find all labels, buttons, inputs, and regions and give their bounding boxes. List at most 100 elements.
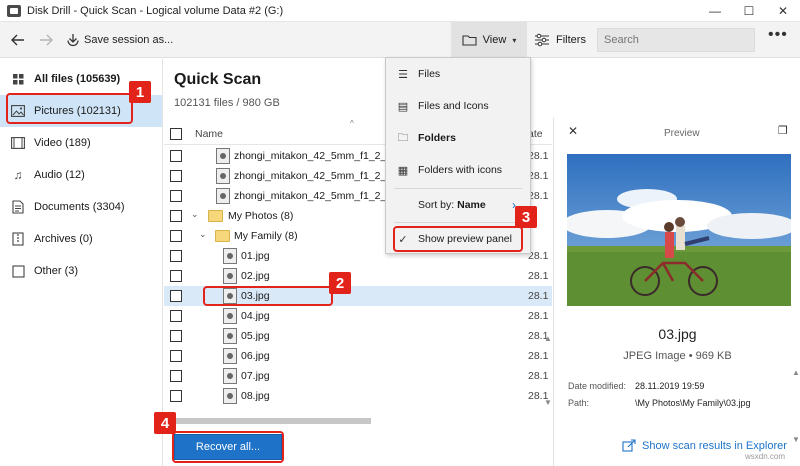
row-checkbox[interactable] [170,350,182,362]
chevron-down-icon: ▾ [512,35,517,45]
menu-divider [394,222,522,223]
menu-item-folders[interactable]: 🗀 Folders [386,125,530,151]
sidebar-item-label: Other (3) [34,265,79,277]
file-date: 28.1 [528,250,549,262]
other-icon [11,264,25,278]
row-checkbox[interactable] [170,270,182,282]
annotation-highlight-4 [172,431,284,463]
table-row[interactable]: 05.jpg 28.1 [164,326,552,346]
copy-icon[interactable]: ❐ [778,124,788,137]
folder-outline-icon [462,35,477,46]
save-session-button[interactable]: Save session as... [66,33,173,47]
row-checkbox[interactable] [170,250,182,262]
table-row[interactable]: 07.jpg 28.1 [164,366,552,386]
app-logo-icon [7,4,21,17]
close-preview-icon[interactable]: ✕ [568,124,578,138]
file-date: 28.1 [528,190,549,202]
menu-item-sort-by[interactable]: Sort by: Name › [386,192,530,218]
maximize-button[interactable]: ☐ [732,0,766,22]
file-name: 01.jpg [241,250,270,262]
menu-item-label: Files and Icons [418,100,489,112]
all-files-icon [11,72,25,86]
chevron-down-icon[interactable]: ⌄ [199,229,207,240]
file-name: 02.jpg [241,270,270,282]
sidebar-item-label: Archives (0) [34,233,93,245]
external-link-icon [622,439,636,452]
file-date: 28.1 [528,150,549,162]
image-file-icon [216,188,230,204]
scroll-down-arrow-icon[interactable]: ▼ [792,435,800,444]
table-row[interactable]: 02.jpg 28.1 [164,266,552,286]
table-row[interactable]: 06.jpg 28.1 [164,346,552,366]
folder-icon [215,230,230,242]
table-row[interactable]: 04.jpg 28.1 [164,306,552,326]
list-icons-icon: ▤ [397,100,409,113]
sidebar-item-documents[interactable]: Documents (3304) [0,191,162,223]
row-checkbox[interactable] [170,290,182,302]
annotation-number-4: 4 [154,412,176,434]
document-icon [11,200,25,214]
row-checkbox[interactable] [170,150,182,162]
horizontal-scrollbar[interactable] [169,418,371,424]
watermark-text: wsxdn.com [745,452,786,461]
sidebar-item-label: Audio (12) [34,169,85,181]
filters-button[interactable]: Filters [530,22,586,58]
column-header-name[interactable]: Name [195,128,223,140]
row-checkbox[interactable] [170,330,182,342]
sidebar-item-audio[interactable]: ♫ Audio (12) [0,159,162,191]
file-name: 05.jpg [241,330,270,342]
preview-file-type: JPEG Image • 969 KB [623,350,732,362]
scroll-up-arrow-icon[interactable]: ▲ [792,368,800,377]
annotation-highlight-2 [203,286,333,306]
menu-item-files[interactable]: ☰ Files [386,61,530,87]
minimize-button[interactable]: — [698,0,732,22]
more-options-button[interactable]: ••• [768,26,788,44]
row-checkbox[interactable] [170,190,182,202]
scroll-down-arrow-icon[interactable]: ▼ [544,398,552,407]
folder-outline-icon: 🗀 [397,131,409,144]
row-checkbox[interactable] [170,310,182,322]
sidebar-item-archives[interactable]: Archives (0) [0,223,162,255]
file-date: 28.1 [528,170,549,182]
image-file-icon [223,328,237,344]
menu-item-label: Folders [418,132,456,144]
preview-file-name: 03.jpg [658,326,697,342]
row-checkbox[interactable] [170,210,182,222]
row-checkbox[interactable] [170,390,182,402]
video-icon [11,136,25,150]
download-icon [67,33,79,46]
annotation-number-1: 1 [129,81,151,103]
select-all-checkbox[interactable] [170,128,182,140]
row-checkbox[interactable] [170,170,182,182]
search-input[interactable] [597,28,755,52]
row-checkbox[interactable] [170,230,182,242]
save-session-label: Save session as... [84,33,174,46]
sidebar-item-other[interactable]: Other (3) [0,255,162,287]
file-name: 08.jpg [241,390,270,402]
image-file-icon [216,168,230,184]
annotation-number-2: 2 [329,272,351,294]
sidebar-item-video[interactable]: Video (189) [0,127,162,159]
annotation-number-3: 3 [515,206,537,228]
path-label: Path: [568,398,590,408]
back-button[interactable] [4,26,32,54]
menu-item-folders-with-icons[interactable]: ▦ Folders with icons [386,157,530,183]
file-date: 28.1 [528,270,549,282]
scroll-up-arrow-icon[interactable]: ▲ [544,334,552,343]
menu-item-files-and-icons[interactable]: ▤ Files and Icons [386,93,530,119]
arrow-right-icon [40,34,53,45]
menu-item-label: Files [418,68,441,80]
annotation-highlight-3 [393,226,523,252]
image-file-icon [223,348,237,364]
close-window-button[interactable]: ✕ [766,0,800,22]
view-button[interactable]: View ▾ [451,22,527,58]
image-file-icon [223,308,237,324]
row-checkbox[interactable] [170,370,182,382]
show-in-explorer-link[interactable]: Show scan results in Explorer [622,439,787,452]
table-row[interactable]: 08.jpg 28.1 [164,386,552,406]
image-file-icon [223,268,237,284]
chevron-down-icon[interactable]: ⌄ [191,209,199,220]
menu-divider [394,188,522,189]
folder-name: My Photos (8) [228,210,294,222]
forward-button[interactable] [32,26,60,54]
